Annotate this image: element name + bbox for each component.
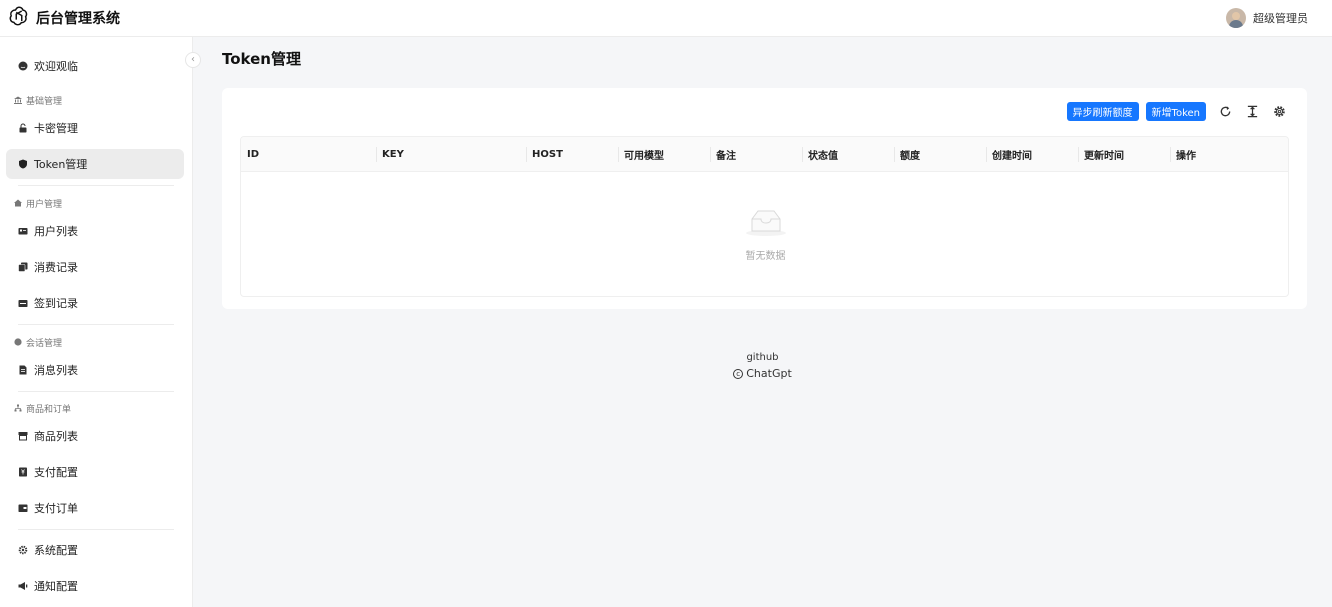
sidebar-item-pay-config[interactable]: 支付配置 — [6, 457, 184, 487]
sidebar-item-user-list[interactable]: 用户列表 — [6, 216, 184, 246]
wallet-icon — [18, 503, 28, 513]
unlock-icon — [18, 123, 28, 133]
sidebar-item-label: Token管理 — [34, 158, 88, 171]
sidebar-item-label: 商品列表 — [34, 430, 78, 443]
column-height-icon[interactable] — [1244, 104, 1260, 120]
shop-icon — [18, 431, 28, 441]
sidebar-item-label: 用户列表 — [34, 225, 78, 238]
sidebar-item-system-config[interactable]: 系统配置 — [6, 535, 184, 565]
column-header-remark[interactable]: 备注 — [710, 137, 802, 172]
sidebar-item-label: 卡密管理 — [34, 122, 78, 135]
sidebar-group-label: 会话管理 — [26, 338, 63, 349]
empty-state: 暂无数据 — [241, 207, 1288, 262]
sidebar-item-label: 通知配置 — [34, 580, 78, 593]
column-header-actions[interactable]: 操作 — [1170, 137, 1288, 172]
collapse-sidebar-button[interactable]: ‹ — [185, 52, 201, 68]
token-table-card: 异步刷新额度 新增Token ID KEY HOST 可用模型 备注 状态值 额… — [222, 88, 1307, 309]
sidebar-item-label: 消费记录 — [34, 261, 78, 274]
sidebar-item-pay-orders[interactable]: 支付订单 — [6, 493, 184, 523]
setting-icon[interactable] — [1271, 104, 1287, 120]
sidebar-item-goods[interactable]: 商品列表 — [6, 421, 184, 451]
calendar-icon — [18, 298, 28, 308]
empty-text: 暂无数据 — [745, 251, 786, 262]
sidebar-item-label: 消息列表 — [34, 364, 78, 377]
app-title: 后台管理系统 — [36, 11, 120, 27]
sidebar-group-sessions: 会话管理 — [14, 335, 62, 349]
column-header-updated[interactable]: 更新时间 — [1078, 137, 1170, 172]
openai-logo-icon — [8, 5, 30, 31]
chat-icon — [14, 338, 22, 346]
add-token-button[interactable]: 新增Token — [1145, 102, 1206, 121]
table-toolbar: 异步刷新额度 新增Token — [1066, 102, 1287, 121]
sidebar-item-label: 欢迎观临 — [34, 60, 78, 73]
sidebar-item-notify-config[interactable]: 通知配置 — [6, 571, 184, 601]
bank-icon — [14, 96, 22, 104]
sidebar-item-card-keys[interactable]: 卡密管理 — [6, 113, 184, 143]
token-table: ID KEY HOST 可用模型 备注 状态值 额度 创建时间 更新时间 操作 … — [240, 136, 1289, 297]
id-card-icon — [18, 226, 28, 236]
sidebar-item-token[interactable]: Token管理 — [6, 149, 184, 179]
sidebar-item-label: 支付订单 — [34, 502, 78, 515]
money-icon — [18, 467, 28, 477]
inbox-icon — [742, 207, 790, 241]
sidebar-group-label: 基础管理 — [26, 96, 63, 107]
sidebar-item-label: 系统配置 — [34, 544, 78, 557]
async-refresh-quota-button[interactable]: 异步刷新额度 — [1066, 102, 1139, 121]
sidebar: 欢迎观临 基础管理 卡密管理 Token管理 用户管理 用户列表 消费记录 签到… — [0, 37, 193, 607]
footer: github c ChatGpt — [193, 352, 1332, 380]
sidebar-group-label: 用户管理 — [26, 199, 63, 210]
sidebar-item-checkin[interactable]: 签到记录 — [6, 288, 184, 318]
sound-icon — [18, 581, 28, 591]
column-header-created[interactable]: 创建时间 — [986, 137, 1078, 172]
copy-icon — [18, 262, 28, 272]
column-header-host[interactable]: HOST — [526, 137, 618, 172]
top-bar: 后台管理系统 超级管理员 — [0, 0, 1332, 37]
copyright: c ChatGpt — [733, 367, 792, 380]
column-header-models[interactable]: 可用模型 — [618, 137, 710, 172]
divider — [18, 324, 174, 325]
divider — [18, 529, 174, 530]
column-header-quota[interactable]: 额度 — [894, 137, 986, 172]
column-header-id[interactable]: ID — [241, 137, 376, 172]
user-menu[interactable]: 超级管理员 — [1226, 8, 1308, 28]
column-header-status[interactable]: 状态值 — [802, 137, 894, 172]
github-link[interactable]: github — [746, 352, 778, 363]
sidebar-item-messages[interactable]: 消息列表 — [6, 355, 184, 385]
shield-icon — [18, 159, 28, 169]
sidebar-item-label: 签到记录 — [34, 297, 78, 310]
copyright-text: ChatGpt — [746, 367, 792, 380]
user-name: 超级管理员 — [1253, 12, 1308, 25]
sidebar-group-users: 用户管理 — [14, 196, 62, 210]
home-icon — [14, 199, 22, 207]
sidebar-item-welcome[interactable]: 欢迎观临 — [6, 51, 184, 81]
chevron-left-icon: ‹ — [191, 54, 195, 65]
divider — [18, 391, 174, 392]
sidebar-group-goods: 商品和订单 — [14, 401, 71, 415]
brand[interactable]: 后台管理系统 — [8, 5, 120, 31]
gear-icon — [18, 545, 28, 555]
table-header: ID KEY HOST 可用模型 备注 状态值 额度 创建时间 更新时间 操作 — [241, 137, 1288, 172]
sidebar-item-consumption[interactable]: 消费记录 — [6, 252, 184, 282]
smile-icon — [18, 61, 28, 71]
avatar[interactable] — [1226, 8, 1246, 28]
page-title: Token管理 — [222, 50, 301, 68]
copyright-icon: c — [733, 368, 744, 379]
sidebar-group-label: 商品和订单 — [26, 404, 72, 415]
sidebar-item-label: 支付配置 — [34, 466, 78, 479]
sidebar-group-basic: 基础管理 — [14, 93, 62, 107]
file-text-icon — [18, 365, 28, 375]
cluster-icon — [14, 404, 22, 412]
column-header-key[interactable]: KEY — [376, 137, 526, 172]
reload-icon[interactable] — [1217, 104, 1233, 120]
divider — [18, 185, 174, 186]
